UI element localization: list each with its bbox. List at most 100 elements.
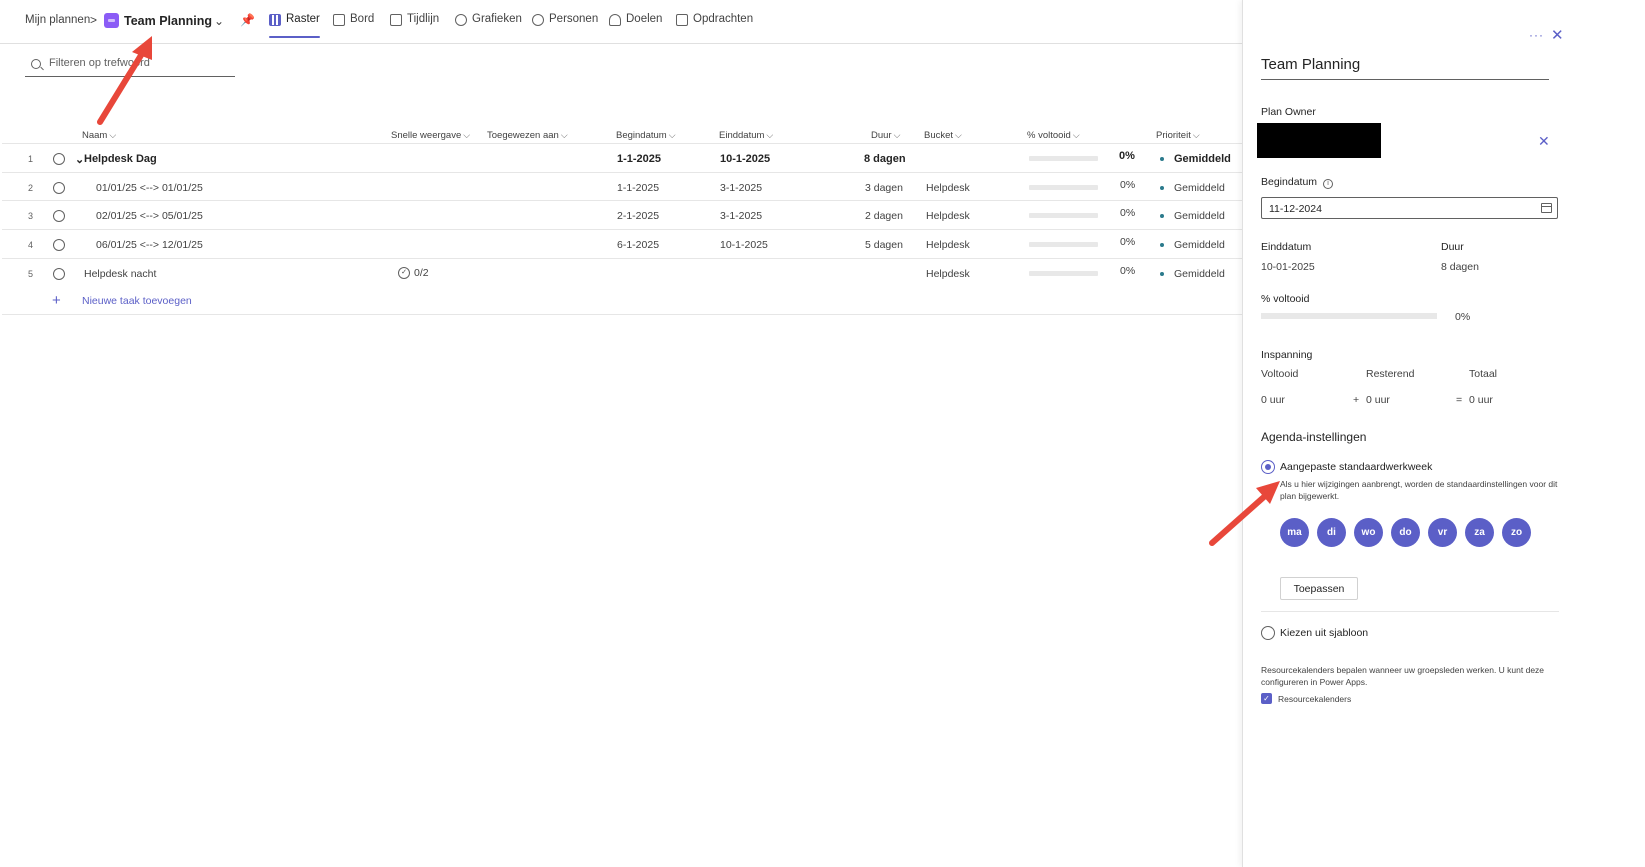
task-priority[interactable]: Gemiddeld (1174, 153, 1231, 165)
task-complete-checkbox[interactable] (53, 268, 65, 280)
task-end[interactable]: 3-1-2025 (720, 210, 762, 222)
task-duration[interactable]: 8 dagen (864, 153, 906, 165)
effort-remaining-value[interactable]: 0 uur (1366, 394, 1390, 406)
tab-bord[interactable]: Bord (333, 13, 374, 37)
custom-week-label[interactable]: Aangepaste standaardwerkweek (1280, 461, 1432, 473)
task-complete-checkbox[interactable] (53, 182, 65, 194)
task-complete-checkbox[interactable] (53, 153, 65, 165)
task-start[interactable]: 2-1-2025 (617, 210, 659, 222)
task-end[interactable]: 10-1-2025 (720, 153, 770, 165)
remove-owner-icon[interactable]: ✕ (1538, 133, 1550, 150)
charts-icon (455, 14, 467, 26)
tab-opdrachten[interactable]: Opdrachten (676, 13, 753, 37)
close-icon[interactable]: ✕ (1551, 26, 1564, 44)
tab-tijdlijn[interactable]: Tijdlijn (390, 13, 439, 37)
task-end[interactable]: 3-1-2025 (720, 182, 762, 194)
chevron-down-icon[interactable]: ⌄ (214, 14, 224, 28)
task-bucket[interactable]: Helpdesk (926, 182, 970, 194)
task-duration[interactable]: 5 dagen (865, 239, 903, 251)
table-row[interactable]: 3 02/01/25 <--> 05/01/25 2-1-2025 3-1-20… (2, 201, 1300, 230)
custom-week-radio[interactable] (1261, 460, 1275, 474)
day-toggle-do[interactable]: do (1391, 518, 1420, 547)
col-header-progress[interactable]: % voltooid ⌵ (1027, 130, 1080, 141)
template-label[interactable]: Kiezen uit sjabloon (1280, 627, 1368, 639)
task-name[interactable]: Helpdesk Dag (84, 153, 157, 165)
timeline-icon (390, 14, 402, 26)
task-bucket[interactable]: Helpdesk (926, 239, 970, 251)
table-row[interactable]: 4 06/01/25 <--> 12/01/25 6-1-2025 10-1-2… (2, 230, 1300, 259)
day-toggle-wo[interactable]: wo (1354, 518, 1383, 547)
task-name[interactable]: 06/01/25 <--> 12/01/25 (96, 239, 203, 251)
col-header-quick-view[interactable]: Snelle weergave ⌵ (391, 130, 470, 141)
duration-value: 8 dagen (1441, 261, 1479, 273)
planner-main: Mijn plannen > Team Planning ⌄ 📌 Raster … (0, 0, 1300, 867)
start-date-input[interactable]: 11-12-2024 (1261, 197, 1558, 219)
calendar-icon[interactable] (1541, 203, 1552, 213)
add-task-row[interactable]: + Nieuwe taak toevoegen (2, 287, 1300, 315)
task-bucket[interactable]: Helpdesk (926, 210, 970, 222)
annotation-arrow-workweek (1209, 481, 1280, 546)
priority-dot-icon (1160, 243, 1164, 247)
plan-title[interactable]: Team Planning (124, 14, 212, 28)
tab-personen[interactable]: Personen (532, 13, 598, 37)
tab-grafieken[interactable]: Grafieken (455, 13, 522, 37)
day-toggle-vr[interactable]: vr (1428, 518, 1457, 547)
checklist-icon: ✓ (398, 267, 410, 279)
tab-doelen[interactable]: Doelen (609, 13, 662, 37)
table-row[interactable]: 5 Helpdesk nacht ✓ 0/2 Helpdesk 0% Gemidd… (2, 259, 1300, 288)
task-start[interactable]: 1-1-2025 (617, 153, 661, 165)
day-toggle-ma[interactable]: ma (1280, 518, 1309, 547)
task-progress: 0% (1120, 207, 1136, 219)
task-complete-checkbox[interactable] (53, 210, 65, 222)
breadcrumb-my-plans[interactable]: Mijn plannen (25, 14, 90, 26)
col-header-end[interactable]: Einddatum ⌵ (719, 130, 773, 141)
day-toggle-zo[interactable]: zo (1502, 518, 1531, 547)
task-end[interactable]: 10-1-2025 (720, 239, 768, 251)
add-task-label[interactable]: Nieuwe taak toevoegen (82, 295, 192, 307)
quick-view-checklist[interactable]: ✓ 0/2 (398, 267, 429, 279)
table-row[interactable]: 2 01/01/25 <--> 01/01/25 1-1-2025 3-1-20… (2, 173, 1300, 202)
task-progress: 0% (1119, 150, 1135, 162)
row-number: 5 (28, 269, 34, 279)
col-header-duration[interactable]: Duur ⌵ (871, 130, 900, 141)
day-toggle-za[interactable]: za (1465, 518, 1494, 547)
template-radio[interactable] (1261, 626, 1275, 640)
task-name[interactable]: 01/01/25 <--> 01/01/25 (96, 182, 203, 194)
info-icon[interactable]: i (1323, 179, 1334, 189)
task-priority[interactable]: Gemiddeld (1174, 239, 1225, 251)
panel-title[interactable]: Team Planning (1261, 56, 1549, 80)
pin-icon[interactable]: 📌 (240, 13, 255, 27)
col-header-start[interactable]: Begindatum ⌵ (616, 130, 676, 141)
resource-calendar-label[interactable]: Resourcekalenders (1278, 693, 1351, 705)
resource-calendar-checkbox[interactable]: ✓ (1261, 693, 1272, 704)
task-bucket[interactable]: Helpdesk (926, 268, 970, 280)
resource-calendar-note: Resourcekalenders bepalen wanneer uw gro… (1261, 665, 1545, 687)
grid-icon (269, 14, 281, 26)
col-header-bucket[interactable]: Bucket ⌵ (924, 130, 962, 141)
task-start[interactable]: 1-1-2025 (617, 182, 659, 194)
col-header-assigned[interactable]: Toegewezen aan ⌵ (487, 130, 568, 141)
equals-sign: = (1456, 394, 1463, 406)
task-name[interactable]: 02/01/25 <--> 05/01/25 (96, 210, 203, 222)
priority-dot-icon (1160, 157, 1164, 161)
agenda-settings-heading: Agenda-instellingen (1261, 430, 1367, 444)
task-duration[interactable]: 3 dagen (865, 182, 903, 194)
collapse-chevron-icon[interactable]: ⌄ (75, 153, 84, 166)
table-row[interactable]: 1 ⌄ Helpdesk Dag 1-1-2025 10-1-2025 8 da… (2, 144, 1300, 173)
task-name[interactable]: Helpdesk nacht (84, 268, 156, 280)
task-priority[interactable]: Gemiddeld (1174, 182, 1225, 194)
col-header-priority[interactable]: Prioriteit ⌵ (1156, 130, 1200, 141)
more-options-icon[interactable]: ··· (1529, 28, 1544, 42)
task-priority[interactable]: Gemiddeld (1174, 268, 1225, 280)
day-toggle-di[interactable]: di (1317, 518, 1346, 547)
task-complete-checkbox[interactable] (53, 239, 65, 251)
apply-button[interactable]: Toepassen (1280, 577, 1358, 600)
task-duration[interactable]: 2 dagen (865, 210, 903, 222)
task-priority[interactable]: Gemiddeld (1174, 210, 1225, 222)
row-number: 1 (28, 154, 34, 164)
progress-bar (1029, 271, 1098, 276)
col-header-name[interactable]: Naam ⌵ (82, 130, 116, 141)
effort-done-value[interactable]: 0 uur (1261, 394, 1285, 406)
tab-raster[interactable]: Raster (269, 13, 320, 38)
task-start[interactable]: 6-1-2025 (617, 239, 659, 251)
